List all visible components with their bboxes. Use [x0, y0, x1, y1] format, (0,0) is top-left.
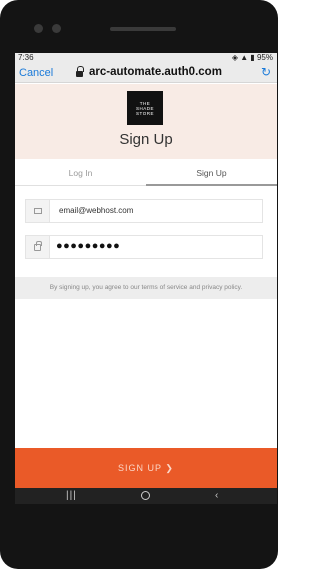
brand-logo: THE SHADE STORE [127, 91, 163, 125]
tab-sign-up[interactable]: Sign Up [146, 159, 277, 186]
lock-icon [76, 66, 84, 77]
page-header: THE SHADE STORE Sign Up [15, 84, 277, 159]
envelope-icon [34, 208, 42, 214]
android-nav-bar: ||| ‹ [15, 488, 277, 504]
page-title: Sign Up [119, 131, 173, 148]
screen: 7:36 ◈ ▲ ▮ 95% Cancel arc-automate.auth0… [15, 53, 277, 504]
status-battery: ◈ ▲ ▮ 95% [231, 53, 273, 62]
status-bar: 7:36 ◈ ▲ ▮ 95% [15, 53, 277, 63]
reload-icon[interactable]: ↻ [261, 65, 271, 79]
auth-tabs: Log In Sign Up [15, 159, 277, 186]
sign-up-button[interactable]: SIGN UP ❯ [15, 448, 277, 488]
email-field[interactable]: email@webhost.com [25, 199, 263, 223]
back-icon[interactable]: ‹ [215, 488, 218, 504]
status-time: 7:36 [18, 53, 34, 62]
sensor-dot [52, 24, 61, 33]
speaker-grille [110, 27, 176, 31]
password-value: ●●●●●●●●● [56, 240, 121, 252]
terms-notice: By signing up, you agree to our terms of… [15, 277, 277, 299]
camera-dot [34, 24, 43, 33]
phone-frame: 7:36 ◈ ▲ ▮ 95% Cancel arc-automate.auth0… [0, 0, 278, 569]
home-icon[interactable] [141, 491, 150, 500]
url-text[interactable]: arc-automate.auth0.com [89, 66, 222, 78]
lock-icon [34, 241, 42, 251]
email-value: email@webhost.com [59, 206, 134, 215]
tab-log-in[interactable]: Log In [15, 159, 146, 186]
email-icon-box [26, 200, 50, 222]
password-icon-box [26, 236, 50, 258]
recents-icon[interactable]: ||| [66, 488, 77, 504]
cancel-button[interactable]: Cancel [19, 67, 53, 79]
password-field[interactable]: ●●●●●●●●● [25, 235, 263, 259]
browser-url-bar: Cancel arc-automate.auth0.com ↻ [15, 63, 277, 83]
